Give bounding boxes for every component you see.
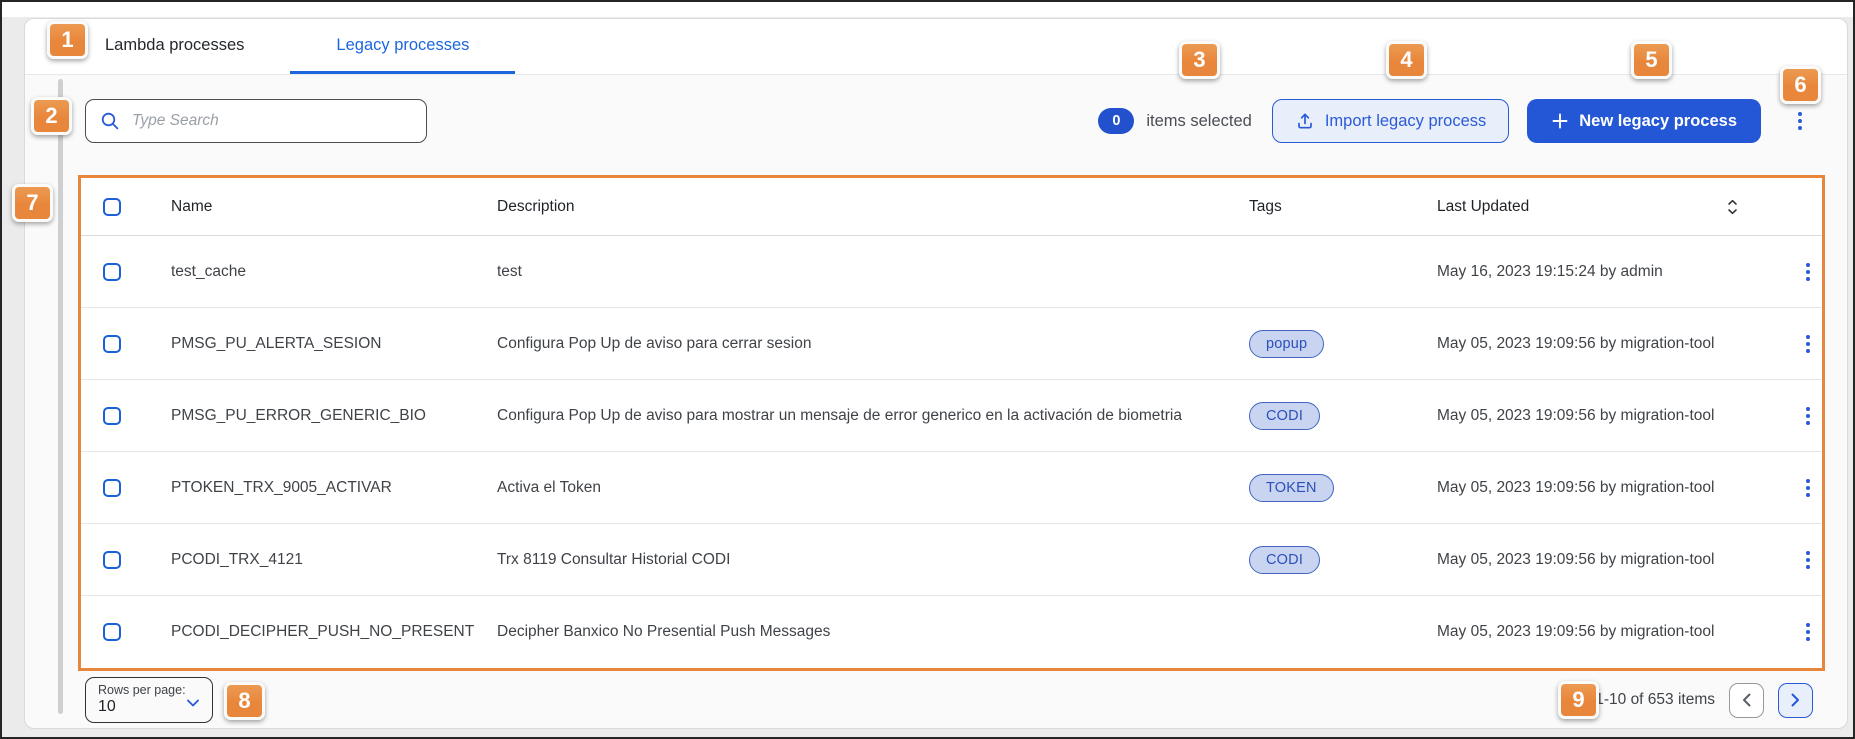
table-row[interactable]: test_cache test May 16, 2023 19:15:24 by… bbox=[81, 236, 1822, 308]
chevron-left-icon bbox=[1741, 692, 1752, 708]
search-input[interactable]: Type Search bbox=[85, 99, 427, 143]
row-checkbox[interactable] bbox=[103, 335, 121, 353]
cell-description: Configura Pop Up de aviso para cerrar se… bbox=[497, 335, 1249, 353]
cell-name: PMSG_PU_ALERTA_SESION bbox=[171, 335, 497, 353]
column-header-last-updated: Last Updated bbox=[1437, 198, 1529, 216]
column-header-description: Description bbox=[497, 198, 1249, 216]
table-row[interactable]: PCODI_TRX_4121 Trx 8119 Consultar Histor… bbox=[81, 524, 1822, 596]
selected-count-label: items selected bbox=[1146, 112, 1251, 131]
tab-legacy-processes[interactable]: Legacy processes bbox=[290, 19, 515, 74]
cell-last-updated: May 05, 2023 19:09:56 by migration-tool bbox=[1437, 335, 1767, 353]
cell-description: Trx 8119 Consultar Historial CODI bbox=[497, 551, 1249, 569]
vertical-scrollbar[interactable] bbox=[58, 79, 63, 714]
cell-name: PCODI_TRX_4121 bbox=[171, 551, 497, 569]
cell-name: PMSG_PU_ERROR_GENERIC_BIO bbox=[171, 407, 497, 425]
tag-badge: popup bbox=[1249, 330, 1324, 358]
table-row[interactable]: PMSG_PU_ERROR_GENERIC_BIO Configura Pop … bbox=[81, 380, 1822, 452]
toolbar: Type Search 0 items selected Import lega… bbox=[85, 99, 1813, 143]
row-checkbox[interactable] bbox=[103, 479, 121, 497]
table-header-row: Name Description Tags Last Updated bbox=[81, 178, 1822, 236]
cell-description: test bbox=[497, 263, 1249, 281]
cell-last-updated: May 05, 2023 19:09:56 by migration-tool bbox=[1437, 407, 1767, 425]
row-checkbox[interactable] bbox=[103, 551, 121, 569]
selected-count-badge: 0 bbox=[1098, 108, 1134, 134]
rows-per-page-select[interactable]: Rows per page: 10 bbox=[85, 677, 213, 723]
next-page-button[interactable] bbox=[1778, 683, 1813, 718]
annotation-badge-1: 1 bbox=[47, 21, 88, 59]
cell-description: Activa el Token bbox=[497, 479, 1249, 497]
cell-name: PTOKEN_TRX_9005_ACTIVAR bbox=[171, 479, 497, 497]
plus-icon bbox=[1551, 112, 1569, 130]
annotation-badge-5: 5 bbox=[1631, 41, 1672, 79]
panel-content: Type Search 0 items selected Import lega… bbox=[25, 75, 1847, 728]
table-row[interactable]: PMSG_PU_ALERTA_SESION Configura Pop Up d… bbox=[81, 308, 1822, 380]
row-overflow-menu-button[interactable] bbox=[1795, 473, 1821, 503]
rows-per-page-label: Rows per page: bbox=[98, 683, 200, 697]
annotation-badge-3: 3 bbox=[1179, 41, 1220, 79]
kebab-vertical-icon bbox=[1798, 112, 1802, 116]
previous-page-button[interactable] bbox=[1729, 683, 1764, 718]
row-overflow-menu-button[interactable] bbox=[1795, 617, 1821, 647]
new-legacy-process-button[interactable]: New legacy process bbox=[1527, 99, 1761, 143]
row-overflow-menu-button[interactable] bbox=[1795, 257, 1821, 287]
cell-last-updated: May 05, 2023 19:09:56 by migration-tool bbox=[1437, 623, 1767, 641]
select-all-checkbox[interactable] bbox=[103, 198, 121, 216]
row-checkbox[interactable] bbox=[103, 407, 121, 425]
screenshot-frame: Lambda processes Legacy processes Type S… bbox=[0, 0, 1855, 739]
table-footer: Rows per page: 10 1-10 of 653 items bbox=[85, 675, 1813, 725]
new-button-label: New legacy process bbox=[1579, 112, 1737, 131]
tag-badge: CODI bbox=[1249, 546, 1320, 574]
cell-description: Configura Pop Up de aviso para mostrar u… bbox=[497, 407, 1249, 425]
chevron-up-down-icon bbox=[1726, 198, 1739, 216]
cell-description: Decipher Banxico No Presential Push Mess… bbox=[497, 623, 1249, 641]
top-strip bbox=[2, 2, 1853, 17]
rows-per-page-value: 10 bbox=[98, 698, 200, 716]
table-row[interactable]: PTOKEN_TRX_9005_ACTIVAR Activa el Token … bbox=[81, 452, 1822, 524]
tab-lambda-processes[interactable]: Lambda processes bbox=[59, 19, 290, 74]
search-placeholder: Type Search bbox=[132, 112, 219, 130]
annotation-badge-9: 9 bbox=[1558, 681, 1599, 719]
import-button-label: Import legacy process bbox=[1325, 112, 1486, 131]
annotation-badge-2: 2 bbox=[31, 97, 72, 135]
pagination: 1-10 of 653 items bbox=[1595, 683, 1813, 718]
legacy-processes-panel: Lambda processes Legacy processes Type S… bbox=[24, 18, 1848, 729]
tag-badge: TOKEN bbox=[1249, 474, 1334, 502]
row-checkbox[interactable] bbox=[103, 263, 121, 281]
search-icon bbox=[100, 111, 120, 131]
row-checkbox[interactable] bbox=[103, 623, 121, 641]
cell-last-updated: May 05, 2023 19:09:56 by migration-tool bbox=[1437, 479, 1767, 497]
pagination-range-label: 1-10 of 653 items bbox=[1595, 691, 1715, 709]
column-header-tags: Tags bbox=[1249, 198, 1437, 216]
annotation-badge-6: 6 bbox=[1780, 66, 1821, 104]
cell-name: test_cache bbox=[171, 263, 497, 281]
import-legacy-process-button[interactable]: Import legacy process bbox=[1272, 99, 1509, 143]
process-table: Name Description Tags Last Updated bbox=[78, 175, 1825, 671]
sort-button[interactable] bbox=[1726, 198, 1739, 216]
chevron-down-icon bbox=[186, 695, 200, 713]
chevron-right-icon bbox=[1790, 692, 1801, 708]
annotation-badge-4: 4 bbox=[1386, 41, 1427, 79]
toolbar-actions: 0 items selected Import legacy process N… bbox=[1098, 99, 1813, 143]
column-header-name: Name bbox=[171, 198, 497, 216]
tag-badge: CODI bbox=[1249, 402, 1320, 430]
annotation-badge-7: 7 bbox=[12, 184, 53, 222]
upload-icon bbox=[1295, 111, 1315, 131]
table-row[interactable]: PCODI_DECIPHER_PUSH_NO_PRESENT Decipher … bbox=[81, 596, 1822, 668]
row-overflow-menu-button[interactable] bbox=[1795, 545, 1821, 575]
row-overflow-menu-button[interactable] bbox=[1795, 401, 1821, 431]
annotation-badge-8: 8 bbox=[224, 682, 265, 720]
cell-name: PCODI_DECIPHER_PUSH_NO_PRESENT bbox=[171, 623, 497, 641]
row-overflow-menu-button[interactable] bbox=[1795, 329, 1821, 359]
cell-last-updated: May 16, 2023 19:15:24 by admin bbox=[1437, 263, 1767, 281]
toolbar-overflow-menu-button[interactable] bbox=[1787, 106, 1813, 136]
tab-bar: Lambda processes Legacy processes bbox=[25, 19, 1847, 75]
cell-last-updated: May 05, 2023 19:09:56 by migration-tool bbox=[1437, 551, 1767, 569]
